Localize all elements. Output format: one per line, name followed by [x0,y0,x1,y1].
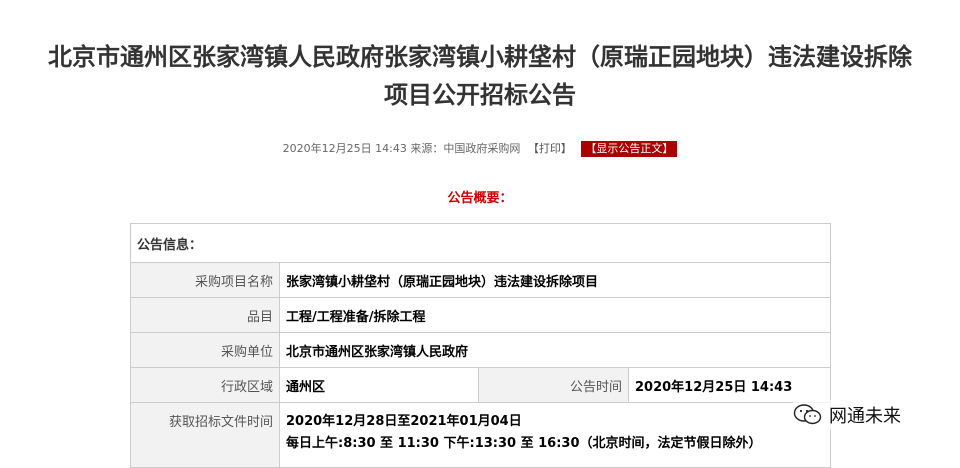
announcement-info-table: 公告信息： 采购项目名称 张家湾镇小耕垡村（原瑞正园地块）违法建设拆除项目 品目… [129,223,832,468]
summary-heading: 公告概要： [447,191,513,206]
table-row: 采购项目名称 张家湾镇小耕垡村（原瑞正园地块）违法建设拆除项目 [130,262,832,298]
purchaser-label: 采购单位 [130,332,280,368]
doc-time-value: 2020年12月28日至2021年01月04日 每日上午:8:30 至 11:3… [278,402,832,468]
section-label: 公告信息： [129,223,832,263]
table-row: 公告信息： [129,223,832,263]
print-link[interactable]: 【打印】 [528,142,572,155]
watermark-text: 网通未来 [829,406,901,427]
table-row: 获取招标文件时间 2020年12月28日至2021年01月04日 每日上午:8:… [130,402,832,468]
meta-line: 2020年12月25日 14:43 来源：中国政府采购网 【打印】 【显示公告正… [0,141,960,157]
purchaser-value: 北京市通州区张家湾镇人民政府 [278,332,832,368]
doc-time-label: 获取招标文件时间 [130,402,280,468]
region-label: 行政区域 [130,367,280,403]
show-full-text-button[interactable]: 【显示公告正文】 [581,141,678,157]
date-source: 2020年12月25日 14:43 来源：中国政府采购网 [282,142,521,155]
title-line-2: 项目公开招标公告 [384,81,576,109]
table-row: 行政区域 通州区 公告时间 2020年12月25日 14:43 [130,367,832,403]
category-label: 品目 [130,297,280,333]
category-value: 工程/工程准备/拆除工程 [278,297,832,333]
wechat-icon [793,404,822,425]
table-row: 采购单位 北京市通州区张家湾镇人民政府 [130,332,832,368]
announce-time-value: 2020年12月25日 14:43 [627,367,832,403]
region-value: 通州区 [279,367,479,403]
table-row: 品目 工程/工程准备/拆除工程 [130,297,832,333]
doc-time-dates: 2020年12月28日至2021年01月04日 [286,414,522,429]
watermark: 网通未来 [793,400,901,430]
title-line-1: 北京市通州区张家湾镇人民政府张家湾镇小耕垡村（原瑞正园地块）违法建设拆除 [48,43,912,71]
page-title: 北京市通州区张家湾镇人民政府张家湾镇小耕垡村（原瑞正园地块）违法建设拆除 项目公… [0,38,960,114]
project-name-value: 张家湾镇小耕垡村（原瑞正园地块）违法建设拆除项目 [278,262,832,298]
announce-time-label: 公告时间 [478,367,629,403]
project-name-label: 采购项目名称 [130,262,280,298]
doc-time-hours: 每日上午:8:30 至 11:30 下午:13:30 至 16:30（北京时间，… [286,436,762,451]
